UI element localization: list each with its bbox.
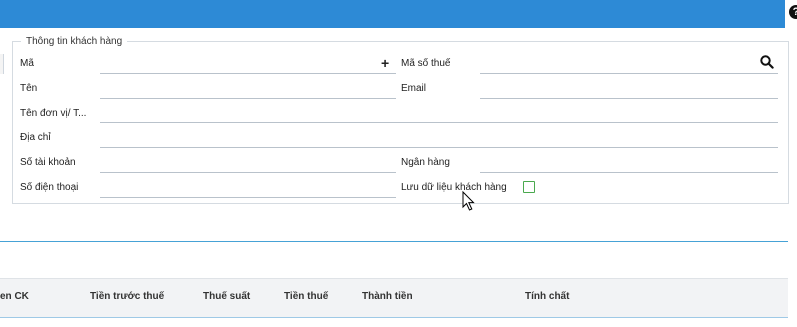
save-customer-checkbox[interactable] bbox=[523, 181, 535, 193]
email-label: Email bbox=[401, 83, 427, 94]
dia-chi-label: Địa chỉ bbox=[20, 132, 51, 143]
ngan-hang-field[interactable] bbox=[480, 172, 778, 173]
left-panel-edge bbox=[0, 54, 4, 74]
col-header-thue-suat[interactable]: Thuế suất bbox=[203, 291, 250, 302]
top-header-bar bbox=[0, 0, 785, 28]
help-icon[interactable]: ? bbox=[789, 5, 797, 19]
ma-so-thue-field[interactable] bbox=[480, 73, 778, 74]
email-field[interactable] bbox=[480, 98, 778, 99]
save-customer-label: Lưu dữ liệu khách hàng bbox=[401, 182, 507, 193]
ngan-hang-label: Ngân hàng bbox=[401, 157, 450, 168]
ma-field[interactable] bbox=[100, 73, 396, 74]
ten-field[interactable] bbox=[100, 98, 396, 99]
ma-so-thue-label: Mã số thuế bbox=[401, 58, 451, 69]
dia-chi-field[interactable] bbox=[100, 147, 778, 148]
col-header-tinh-chat[interactable]: Tính chất bbox=[525, 291, 569, 302]
ten-don-vi-label: Tên đơn vị/ T... bbox=[20, 108, 87, 119]
col-header-thanh-tien[interactable]: Thành tiền bbox=[362, 291, 413, 302]
ma-label: Mã bbox=[20, 58, 34, 69]
col-header-chiet-khau[interactable]: en CK bbox=[0, 291, 29, 302]
col-header-tien-truoc-thue[interactable]: Tiền trước thuế bbox=[90, 291, 164, 302]
section-separator bbox=[0, 241, 788, 242]
ten-label: Tên bbox=[20, 83, 38, 94]
so-tai-khoan-label: Số tài khoản bbox=[20, 157, 76, 168]
search-icon[interactable] bbox=[760, 55, 774, 69]
ten-don-vi-field[interactable] bbox=[100, 122, 778, 123]
so-dien-thoai-field[interactable] bbox=[100, 197, 396, 198]
col-header-tien-thue[interactable]: Tiền thuế bbox=[284, 291, 328, 302]
so-dien-thoai-label: Số điện thoại bbox=[20, 182, 79, 193]
plus-icon[interactable]: + bbox=[381, 56, 389, 70]
mouse-cursor-icon bbox=[462, 191, 475, 211]
so-tai-khoan-field[interactable] bbox=[100, 172, 396, 173]
customer-info-legend: Thông tin khách hàng bbox=[21, 36, 128, 47]
